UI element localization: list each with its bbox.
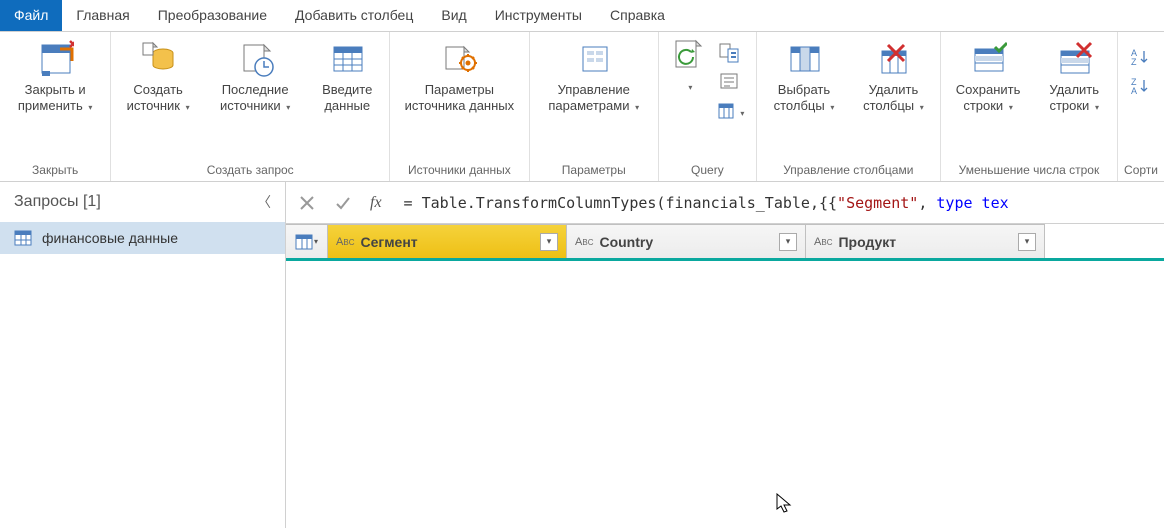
column-header-0[interactable]: ABC Сегмент ▾ [328,224,567,258]
sort-desc-button[interactable]: ZA [1127,73,1155,99]
data-grid: ▾ ABC Сегмент ▾ ABC Country ▾ ABC Продукт ▾ [286,224,1164,528]
manage-button[interactable] [716,98,744,124]
recent-sources-label: Последние источники [220,82,289,113]
queries-pane-title: Запросы [1] [14,193,101,211]
ribbon-group-data-sources: Параметры источника данных Источники дан… [390,32,530,181]
column-name: Country [599,234,773,250]
column-filter-button[interactable]: ▾ [540,233,558,251]
type-abc-icon: ABC [814,236,832,248]
choose-columns-button[interactable]: Выбрать столбцы [763,36,845,119]
ribbon-group-close: Закрыть и применить Закрыть [0,32,111,181]
remove-rows-icon [1055,40,1093,78]
menu-item-3[interactable]: Добавить столбец [281,0,427,31]
ribbon-group-data-sources-label: Источники данных [396,161,523,179]
accept-formula-button[interactable] [330,190,356,216]
cancel-formula-button[interactable] [294,190,320,216]
keep-rows-button[interactable]: Сохранить строки [947,36,1030,119]
ribbon-group-new-query: Создать источник Последние источники Вве… [111,32,390,181]
column-filter-button[interactable]: ▾ [1018,233,1036,251]
data-source-settings-button[interactable]: Параметры источника данных [396,36,523,119]
ribbon-group-query: Query [659,32,757,181]
keep-rows-icon [969,40,1007,78]
remove-rows-button[interactable]: Удалить строки [1037,36,1111,119]
close-apply-label: Закрыть и применить [18,82,86,113]
svg-text:A: A [1131,86,1137,95]
enter-data-icon [328,40,366,78]
parameters-icon [575,40,613,78]
close-apply-button[interactable]: Закрыть и применить [6,36,104,119]
collapse-pane-button[interactable]: 〈 [257,192,271,212]
ribbon-group-manage-columns-label: Управление столбцами [763,161,934,179]
remove-columns-button[interactable]: Удалить столбцы [853,36,934,119]
menu-item-0[interactable]: Файл [0,0,62,31]
table-icon [14,230,32,246]
enter-data-label: Введите данные [322,82,372,113]
choose-columns-icon [785,40,823,78]
refresh-icon [670,36,708,74]
ribbon-group-sort: AZ ZA Сорти [1118,32,1164,181]
remove-columns-icon [874,40,912,78]
formula-bar: fx = Table.TransformColumnTypes(financia… [286,182,1164,224]
refresh-button[interactable] [670,36,708,93]
menu-item-5[interactable]: Инструменты [481,0,596,31]
menu-item-6[interactable]: Справка [596,0,679,31]
recent-sources-icon [236,40,274,78]
type-abc-icon: ABC [575,236,593,248]
gear-icon [440,40,478,78]
ribbon: Закрыть и применить Закрыть Создать исто… [0,32,1164,182]
sort-asc-button[interactable]: AZ [1127,44,1155,70]
menu-item-1[interactable]: Главная [62,0,143,31]
column-name: Продукт [838,234,1012,250]
new-source-label: Создать источник [127,82,183,113]
ribbon-group-parameters: Управление параметрами Параметры [530,32,659,181]
grid-header: ▾ ABC Сегмент ▾ ABC Country ▾ ABC Продукт ▾ [286,224,1164,261]
manage-parameters-label: Управление параметрами [548,82,630,113]
remove-columns-label: Удалить столбцы [863,82,918,113]
ribbon-group-query-label: Query [665,161,750,179]
ribbon-group-reduce-rows-label: Уменьшение числа строк [947,161,1111,179]
data-source-settings-label: Параметры источника данных [405,82,515,113]
menu-item-4[interactable]: Вид [427,0,480,31]
choose-columns-label: Выбрать столбцы [774,82,831,113]
recent-sources-button[interactable]: Последние источники [207,36,303,119]
new-source-button[interactable]: Создать источник [117,36,199,119]
queries-pane: Запросы [1] 〈 финансовые данные [0,182,286,528]
ribbon-group-new-query-label: Создать запрос [117,161,383,179]
ribbon-group-close-label: Закрыть [6,161,104,179]
ribbon-group-reduce-rows: Сохранить строки Удалить строки Уменьшен… [941,32,1118,181]
type-abc-icon: ABC [336,236,354,248]
main-area: Запросы [1] 〈 финансовые данные fx = Tab… [0,182,1164,528]
column-header-1[interactable]: ABC Country ▾ [567,224,806,258]
column-filter-button[interactable]: ▾ [779,233,797,251]
queries-pane-header: Запросы [1] 〈 [0,182,285,222]
close-apply-icon [36,40,74,78]
svg-text:Z: Z [1131,57,1137,66]
query-item-financial[interactable]: финансовые данные [0,222,285,254]
fx-label: fx [366,194,386,212]
column-header-2[interactable]: ABC Продукт ▾ [806,224,1045,258]
menu-bar: ФайлГлавнаяПреобразованиеДобавить столбе… [0,0,1164,32]
enter-data-button[interactable]: Введите данные [311,36,383,119]
ribbon-group-parameters-label: Параметры [536,161,652,179]
ribbon-group-sort-label: Сорти [1124,161,1158,179]
menu-item-2[interactable]: Преобразование [144,0,281,31]
manage-parameters-button[interactable]: Управление параметрами [536,36,652,119]
advanced-editor-button[interactable] [716,69,744,95]
new-source-icon [139,40,177,78]
grid-select-all-button[interactable]: ▾ [286,224,328,258]
formula-input[interactable]: = Table.TransformColumnTypes(financials_… [396,194,1156,212]
properties-button[interactable] [716,40,744,66]
query-item-label: финансовые данные [42,230,178,246]
ribbon-group-manage-columns: Выбрать столбцы Удалить столбцы Управлен… [757,32,941,181]
remove-rows-label: Удалить строки [1049,82,1099,113]
column-name: Сегмент [360,234,534,250]
